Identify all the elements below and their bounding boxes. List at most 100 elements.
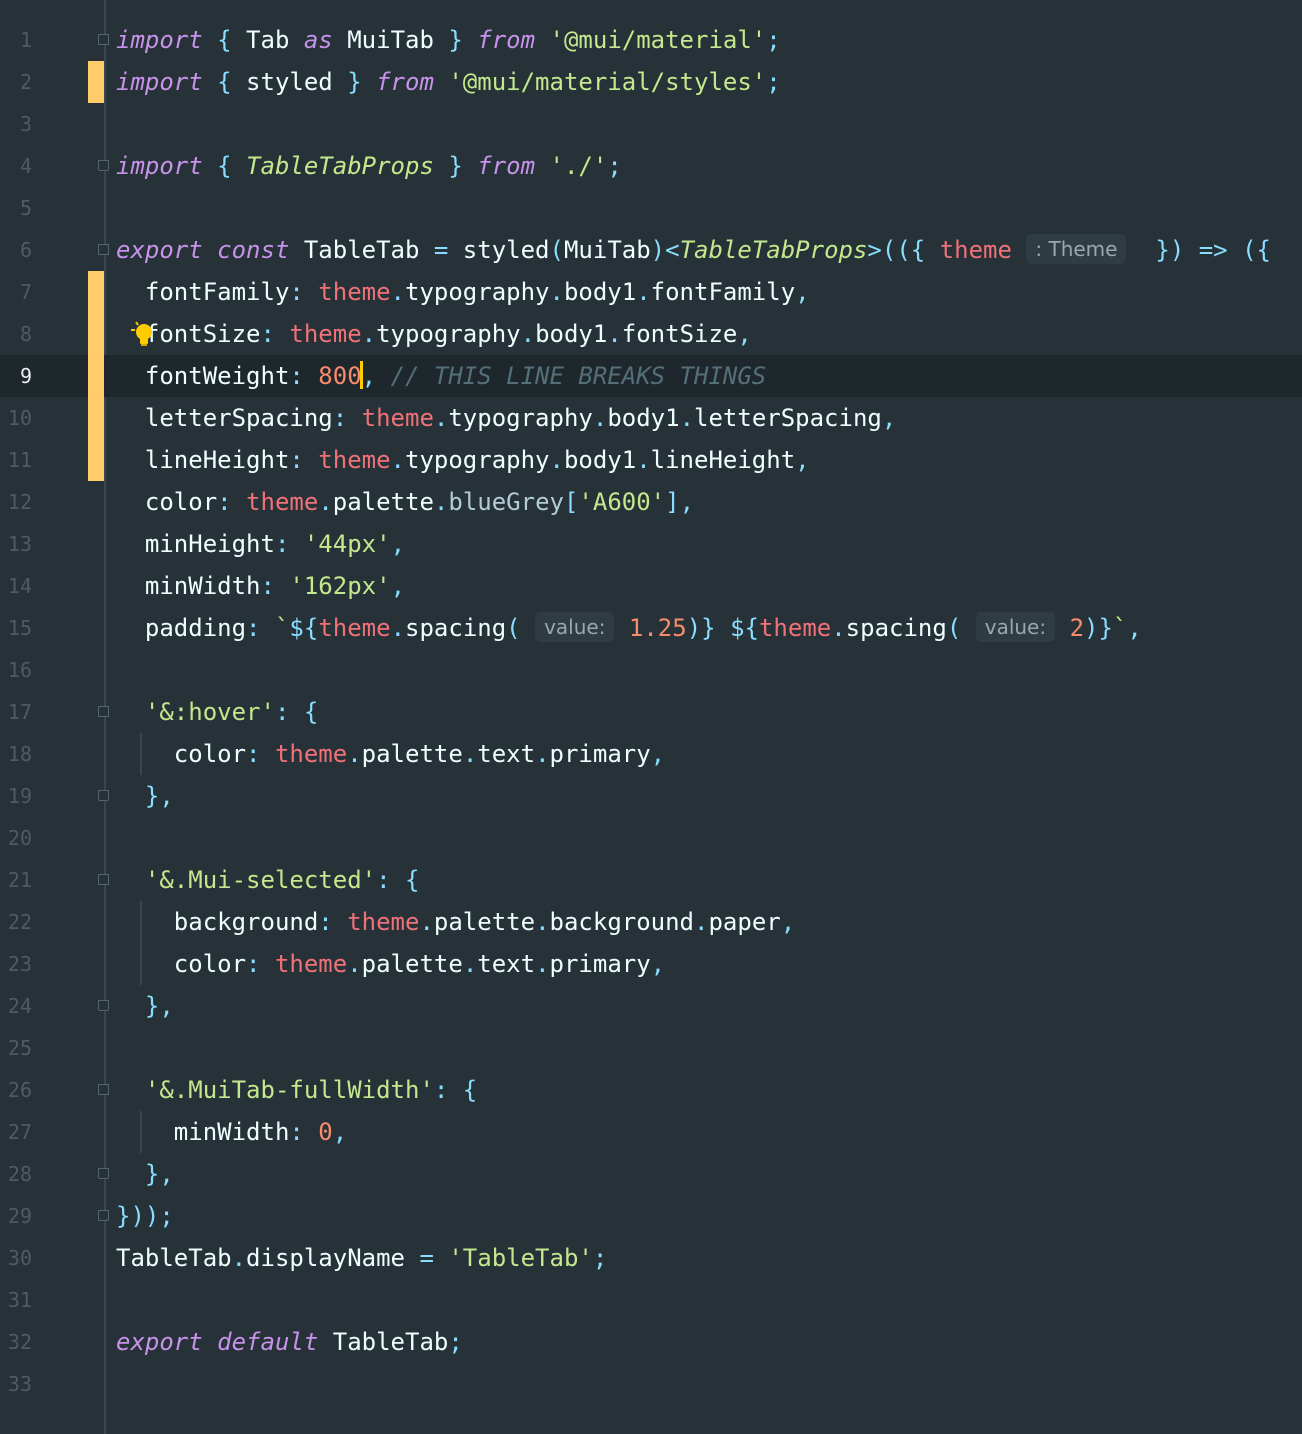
line-number[interactable]: 11: [0, 439, 32, 481]
line-number[interactable]: 27: [0, 1111, 32, 1153]
line-number[interactable]: 4: [0, 145, 32, 187]
code-text[interactable]: color: theme.palette.text.primary,: [116, 943, 665, 985]
fold-end-icon[interactable]: [98, 1210, 109, 1221]
line-number[interactable]: 3: [0, 103, 32, 145]
code-line[interactable]: 7 fontFamily: theme.typography.body1.fon…: [0, 271, 1302, 313]
code-text[interactable]: import { TableTabProps } from './';: [116, 145, 622, 187]
code-line[interactable]: 22 background: theme.palette.background.…: [0, 901, 1302, 943]
vcs-modified-marker[interactable]: [88, 313, 104, 355]
code-line[interactable]: 1 import { Tab as MuiTab } from '@mui/mat…: [0, 19, 1302, 61]
line-number[interactable]: 24: [0, 985, 32, 1027]
code-line[interactable]: 8 fontSize: theme.typography.body1.fontS…: [0, 313, 1302, 355]
code-text[interactable]: }));: [116, 1195, 174, 1237]
code-line[interactable]: 5: [0, 187, 1302, 229]
code-text[interactable]: fontSize: theme.typography.body1.fontSiz…: [116, 313, 752, 355]
code-line[interactable]: 19 },: [0, 775, 1302, 817]
code-line[interactable]: 6 export const TableTab = styled(MuiTab)<…: [0, 229, 1302, 271]
line-number[interactable]: 22: [0, 901, 32, 943]
code-text[interactable]: color: theme.palette.blueGrey['A600'],: [116, 481, 694, 523]
code-line[interactable]: 25: [0, 1027, 1302, 1069]
code-line[interactable]: 13 minHeight: '44px',: [0, 523, 1302, 565]
line-number[interactable]: 16: [0, 649, 32, 691]
code-line[interactable]: 9 fontWeight: 800, // THIS LINE BREAKS T…: [0, 355, 1302, 397]
vcs-modified-marker[interactable]: [88, 355, 104, 397]
code-line[interactable]: 18 color: theme.palette.text.primary,: [0, 733, 1302, 775]
fold-end-icon[interactable]: [98, 790, 109, 801]
code-text[interactable]: letterSpacing: theme.typography.body1.le…: [116, 397, 896, 439]
line-number[interactable]: 1: [0, 19, 32, 61]
code-text[interactable]: fontFamily: theme.typography.body1.fontF…: [116, 271, 810, 313]
code-line[interactable]: 14 minWidth: '162px',: [0, 565, 1302, 607]
code-line[interactable]: 2 import { styled } from '@mui/material/s…: [0, 61, 1302, 103]
line-number[interactable]: 12: [0, 481, 32, 523]
vcs-modified-marker[interactable]: [88, 61, 104, 103]
line-number[interactable]: 31: [0, 1279, 32, 1321]
code-text[interactable]: fontWeight: 800, // THIS LINE BREAKS THI…: [116, 355, 766, 397]
code-text[interactable]: },: [116, 775, 174, 817]
line-number[interactable]: 5: [0, 187, 32, 229]
code-line[interactable]: 26 '&.MuiTab-fullWidth': {: [0, 1069, 1302, 1111]
code-text[interactable]: },: [116, 985, 174, 1027]
code-text[interactable]: export default TableTab;: [116, 1321, 463, 1363]
line-number[interactable]: 30: [0, 1237, 32, 1279]
line-number[interactable]: 10: [0, 397, 32, 439]
fold-start-icon[interactable]: [98, 1084, 109, 1095]
fold-start-icon[interactable]: [98, 874, 109, 885]
vcs-modified-marker[interactable]: [88, 439, 104, 481]
line-number[interactable]: 20: [0, 817, 32, 859]
line-number[interactable]: 15: [0, 607, 32, 649]
code-text[interactable]: color: theme.palette.text.primary,: [116, 733, 665, 775]
line-number[interactable]: 23: [0, 943, 32, 985]
lightbulb-icon[interactable]: [128, 318, 160, 350]
line-number[interactable]: 13: [0, 523, 32, 565]
code-text[interactable]: background: theme.palette.background.pap…: [116, 901, 795, 943]
vcs-modified-marker[interactable]: [88, 397, 104, 439]
code-text[interactable]: padding: `${theme.spacing( value: 1.25)}…: [116, 607, 1142, 649]
code-line[interactable]: 27 minWidth: 0,: [0, 1111, 1302, 1153]
code-line[interactable]: 17 '&:hover': {: [0, 691, 1302, 733]
code-line[interactable]: 12 color: theme.palette.blueGrey['A600']…: [0, 481, 1302, 523]
line-number[interactable]: 26: [0, 1069, 32, 1111]
fold-start-icon[interactable]: [98, 706, 109, 717]
code-text[interactable]: '&.Mui-selected': {: [116, 859, 420, 901]
line-number[interactable]: 29: [0, 1195, 32, 1237]
line-number[interactable]: 18: [0, 733, 32, 775]
code-line[interactable]: 21 '&.Mui-selected': {: [0, 859, 1302, 901]
line-number[interactable]: 6: [0, 229, 32, 271]
line-number[interactable]: 8: [0, 313, 32, 355]
code-text[interactable]: },: [116, 1153, 174, 1195]
fold-start-icon[interactable]: [98, 34, 109, 45]
code-editor[interactable]: 1 import { Tab as MuiTab } from '@mui/mat…: [0, 0, 1302, 1434]
line-number[interactable]: 32: [0, 1321, 32, 1363]
code-line[interactable]: 16: [0, 649, 1302, 691]
line-number[interactable]: 14: [0, 565, 32, 607]
line-number[interactable]: 17: [0, 691, 32, 733]
code-text[interactable]: '&.MuiTab-fullWidth': {: [116, 1069, 477, 1111]
vcs-modified-marker[interactable]: [88, 271, 104, 313]
code-line[interactable]: 10 letterSpacing: theme.typography.body1…: [0, 397, 1302, 439]
fold-end-icon[interactable]: [98, 1000, 109, 1011]
code-text[interactable]: export const TableTab = styled(MuiTab)<T…: [116, 229, 1271, 271]
line-number[interactable]: 2: [0, 61, 32, 103]
line-number[interactable]: 28: [0, 1153, 32, 1195]
code-text[interactable]: minHeight: '44px',: [116, 523, 405, 565]
code-text[interactable]: TableTab.displayName = 'TableTab';: [116, 1237, 607, 1279]
code-line[interactable]: 3: [0, 103, 1302, 145]
code-text[interactable]: minWidth: 0,: [116, 1111, 347, 1153]
code-line[interactable]: 23 color: theme.palette.text.primary,: [0, 943, 1302, 985]
line-number[interactable]: 21: [0, 859, 32, 901]
code-text[interactable]: lineHeight: theme.typography.body1.lineH…: [116, 439, 810, 481]
fold-start-icon[interactable]: [98, 244, 109, 255]
code-line[interactable]: 4 import { TableTabProps } from './';: [0, 145, 1302, 187]
code-line[interactable]: 30 TableTab.displayName = 'TableTab';: [0, 1237, 1302, 1279]
code-line[interactable]: 20: [0, 817, 1302, 859]
line-number[interactable]: 7: [0, 271, 32, 313]
code-line[interactable]: 24 },: [0, 985, 1302, 1027]
line-number[interactable]: 25: [0, 1027, 32, 1069]
code-line[interactable]: 32 export default TableTab;: [0, 1321, 1302, 1363]
code-line[interactable]: 33: [0, 1363, 1302, 1405]
code-line[interactable]: 15 padding: `${theme.spacing( value: 1.2…: [0, 607, 1302, 649]
line-number[interactable]: 33: [0, 1363, 32, 1405]
fold-end-icon[interactable]: [98, 160, 109, 171]
code-text[interactable]: '&:hover': {: [116, 691, 318, 733]
